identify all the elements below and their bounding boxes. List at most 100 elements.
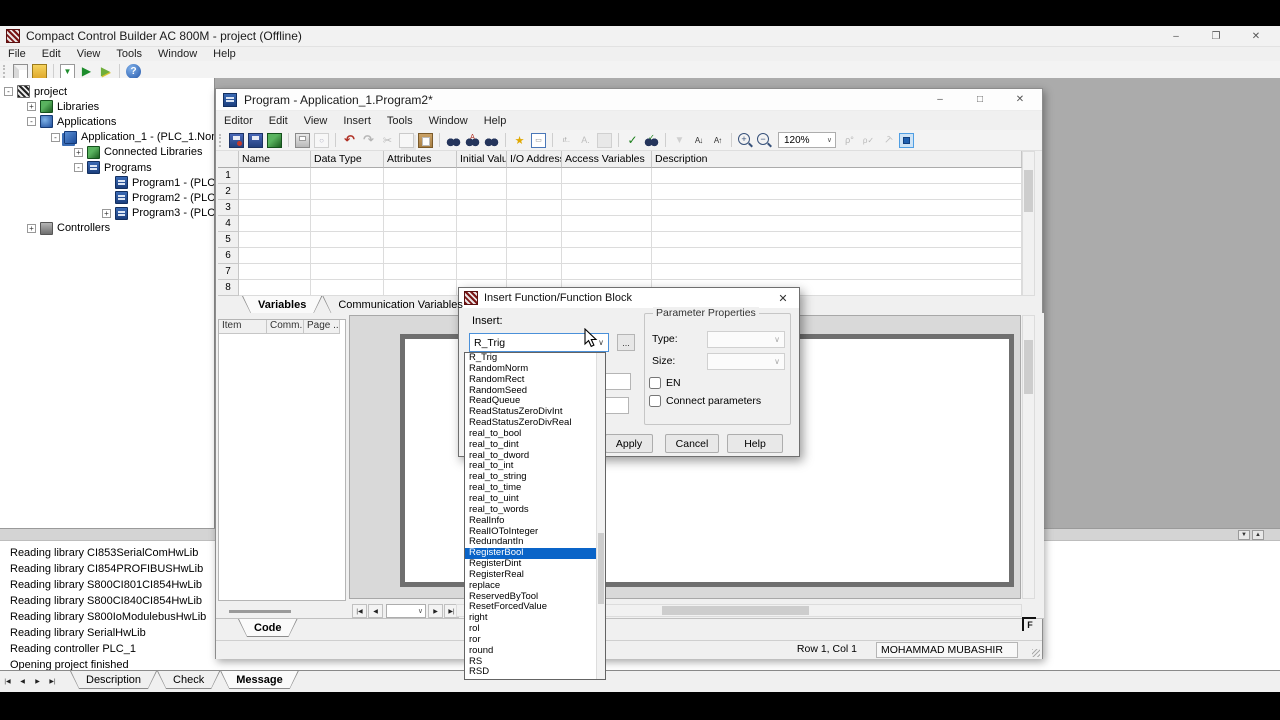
menu-item-tools[interactable]: Tools [108, 48, 150, 60]
tab-variables[interactable]: Variables [242, 296, 322, 314]
sort-desc-icon[interactable] [710, 133, 725, 148]
grid-cell[interactable] [507, 248, 562, 264]
grid-cell[interactable] [652, 168, 1022, 184]
grid-cell[interactable] [457, 232, 507, 248]
row-number[interactable]: 1 [218, 168, 239, 184]
grid-cell[interactable] [239, 280, 311, 296]
grid-cell[interactable] [311, 248, 384, 264]
collapse-icon[interactable]: - [74, 163, 83, 173]
page-prev-icon[interactable]: ◀ [368, 604, 383, 618]
menu-item-window[interactable]: Window [150, 48, 205, 60]
collapse-icon[interactable]: - [51, 132, 60, 142]
wizard-icon[interactable] [512, 133, 527, 148]
apply-button[interactable]: Apply [605, 434, 653, 453]
tab-scroll-prev-icon[interactable]: ◀ [16, 675, 29, 688]
zoom-in-icon[interactable] [738, 132, 753, 148]
row-number[interactable]: 2 [218, 184, 239, 200]
grid-cell[interactable] [457, 216, 507, 232]
binoculars-icon[interactable] [484, 132, 499, 148]
bottom-tab-check[interactable]: Check [157, 671, 220, 689]
grid-header-data-type[interactable]: Data Type [311, 151, 384, 168]
dropdown-item[interactable]: real_to_dint [465, 439, 605, 451]
grid-cell[interactable] [311, 168, 384, 184]
help-button[interactable]: Help [727, 434, 783, 453]
bottom-tab-description[interactable]: Description [70, 671, 157, 689]
program-menu-item-help[interactable]: Help [476, 115, 515, 127]
cut-icon[interactable] [380, 133, 395, 148]
grid-cell[interactable] [562, 168, 652, 184]
minimize-button[interactable]: – [920, 89, 960, 110]
grid-cell[interactable] [507, 264, 562, 280]
dropdown-item[interactable]: right [465, 612, 605, 624]
program-menu-item-insert[interactable]: Insert [335, 115, 379, 127]
dropdown-item[interactable]: rol [465, 623, 605, 635]
tree-item[interactable]: - Application_1 - (PLC_1.Nor [0, 130, 214, 145]
tree-item[interactable]: + Controllers [0, 221, 214, 236]
dropdown-item[interactable]: replace [465, 580, 605, 592]
program-menu-item-edit[interactable]: Edit [261, 115, 296, 127]
redo-icon[interactable] [361, 133, 376, 148]
grid-cell[interactable] [652, 184, 1022, 200]
tree-item[interactable]: + Program3 - (PLC [0, 206, 214, 221]
download-project-icon[interactable] [60, 63, 75, 79]
check-icon[interactable] [625, 133, 640, 148]
menu-item-view[interactable]: View [69, 48, 109, 60]
declare2-icon[interactable] [861, 133, 876, 148]
menu-item-file[interactable]: File [0, 48, 34, 60]
grid-header-initial-value[interactable]: Initial Value [457, 151, 507, 168]
message-box-icon[interactable] [531, 132, 546, 148]
find-replace-icon[interactable] [465, 127, 480, 148]
minimize-button[interactable]: – [1156, 26, 1196, 47]
tree-item[interactable]: +Program1 - (PLC [0, 175, 214, 190]
row-number[interactable]: 7 [218, 264, 239, 280]
type-combobox[interactable]: ∨ [707, 331, 785, 348]
grid-cell[interactable] [457, 184, 507, 200]
tab-code[interactable]: Code [238, 619, 298, 637]
close-button[interactable]: ✕ [1000, 89, 1040, 110]
grid-cell[interactable] [562, 232, 652, 248]
grid-cell[interactable] [384, 248, 457, 264]
connect-parameters-checkbox[interactable] [649, 395, 661, 407]
grid-cell[interactable] [652, 216, 1022, 232]
grid-cell[interactable] [652, 264, 1022, 280]
zoom-level-combobox[interactable]: 120% ∨ [778, 132, 836, 148]
connections-icon[interactable] [899, 132, 914, 148]
grid-cell[interactable] [384, 168, 457, 184]
grid-cell[interactable] [311, 184, 384, 200]
program-menu-item-tools[interactable]: Tools [379, 115, 421, 127]
page-first-icon[interactable]: |◀ [352, 604, 367, 618]
expand-icon[interactable]: + [102, 208, 111, 218]
row-number[interactable]: 3 [218, 200, 239, 216]
grid-header-attributes[interactable]: Attributes [384, 151, 457, 168]
list-column-comm[interactable]: Comm... [267, 320, 304, 334]
close-button[interactable]: ✕ [1236, 26, 1276, 47]
help-icon[interactable] [126, 63, 141, 79]
grid-header-description[interactable]: Description [652, 151, 1022, 168]
browse-button[interactable]: ... [617, 334, 635, 351]
grid-cell[interactable] [384, 264, 457, 280]
tab-scroll-next-icon[interactable]: ▶ [31, 675, 44, 688]
grid-cell[interactable] [457, 168, 507, 184]
list-horizontal-scrollbar[interactable] [229, 610, 291, 613]
maximize-button[interactable]: □ [960, 89, 1000, 110]
grid-cell[interactable] [562, 216, 652, 232]
declare-icon[interactable] [842, 133, 857, 148]
go-offline-icon[interactable] [98, 64, 113, 79]
grid-cell[interactable] [311, 200, 384, 216]
save-close-icon[interactable] [229, 132, 244, 148]
grid-cell[interactable] [384, 200, 457, 216]
row-number[interactable]: 8 [218, 280, 239, 296]
grid-cell[interactable] [652, 232, 1022, 248]
sort-asc-icon[interactable] [691, 133, 706, 148]
resize-grip[interactable] [1032, 649, 1040, 657]
restore-button[interactable]: ❐ [1196, 26, 1236, 47]
dropdown-item[interactable]: RandomRect [465, 374, 605, 386]
tree-item[interactable]: +Program2 - (PLC [0, 190, 214, 205]
grid-header-name[interactable]: Name [239, 151, 311, 168]
if-then-icon[interactable] [559, 133, 574, 148]
row-number[interactable]: 6 [218, 248, 239, 264]
list-column-page[interactable]: Page ... [304, 320, 340, 334]
grid-cell[interactable] [384, 280, 457, 296]
grid-cell[interactable] [652, 200, 1022, 216]
undo-icon[interactable] [342, 133, 357, 148]
